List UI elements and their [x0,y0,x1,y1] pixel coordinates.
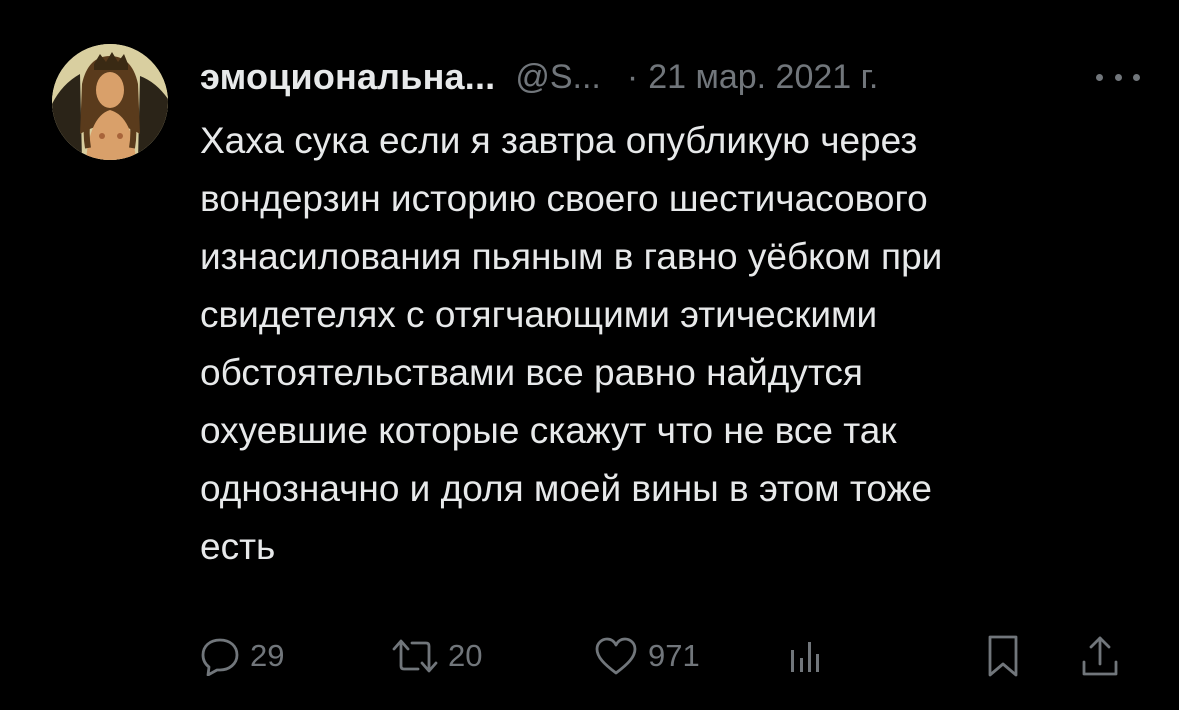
tweet-text-line: изнасилования пьяным в гавно уёбком при [200,236,943,277]
share-icon [1080,634,1120,678]
tweet-header: эмоциональна... @S... · 21 мар. 2021 г. [200,52,1140,102]
share-button[interactable] [1080,628,1120,684]
tweet-text-line: вондерзин историю своего шестичасового [200,178,928,219]
views-button[interactable] [788,628,822,684]
bookmark-icon [986,634,1020,678]
like-icon [594,636,638,676]
tweet-actions: 29 20 971 [196,628,1136,684]
like-count: 971 [648,638,700,673]
avatar-portrait-drawing-icon [52,44,168,160]
tweet-text-line: свидетелях с отягчающими этическими [200,294,878,335]
reply-count: 29 [250,638,285,673]
reply-button[interactable]: 29 [200,628,284,684]
bookmark-button[interactable] [986,628,1020,684]
tweet-date[interactable]: 21 мар. 2021 г. [648,58,878,97]
author-handle[interactable]: @S... [515,58,601,97]
avatar[interactable] [52,44,168,160]
tweet-text-line: охуевшие которые скажут что не все так [200,410,897,451]
retweet-count: 20 [448,638,483,673]
retweet-icon [392,636,438,676]
more-options-icon[interactable] [1096,62,1140,92]
more-dot [1133,73,1140,81]
retweet-button[interactable]: 20 [392,628,482,684]
tweet-text-line: однозначно и доля моей вины в этом тоже [200,468,932,509]
author-display-name[interactable]: эмоциональна... [200,56,495,98]
tweet-text: Хаха сука если я завтра опубликую через … [200,112,1140,576]
header-separator: · [626,57,639,96]
tweet-text-line: есть [200,526,276,567]
more-dot [1096,73,1103,81]
tweet: эмоциональна... @S... · 21 мар. 2021 г. … [0,0,1179,710]
reply-icon [200,636,240,676]
views-chart-icon [788,636,822,676]
more-dot [1114,73,1122,81]
tweet-text-line: обстоятельствами все равно найдутся [200,352,863,393]
like-button[interactable]: 971 [594,628,700,684]
tweet-text-line: Хаха сука если я завтра опубликую через [200,120,918,161]
